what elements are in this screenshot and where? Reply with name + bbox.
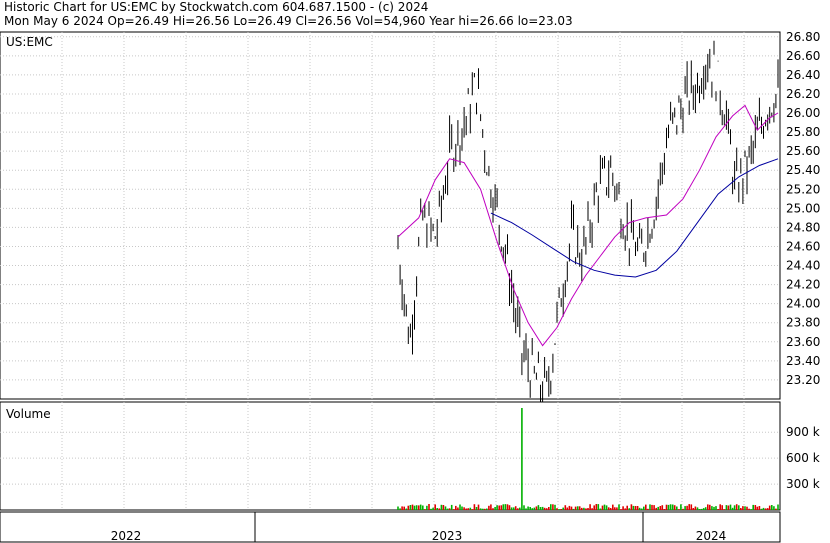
volume-label: Volume — [6, 407, 51, 421]
price-tick-label: 23.80 — [786, 316, 820, 330]
price-tick-label: 25.40 — [786, 163, 820, 177]
price-tick-label: 26.00 — [786, 106, 820, 120]
volume-tick-label: 600 k — [786, 451, 820, 465]
price-tick-label: 26.40 — [786, 68, 820, 82]
price-tick-label: 24.60 — [786, 239, 820, 253]
stock-chart: US:EMC 26.8026.6026.4026.2026.0025.8025.… — [0, 30, 820, 543]
price-tick-label: 26.60 — [786, 49, 820, 63]
year-label: 2022 — [111, 529, 142, 543]
price-tick-label: 24.20 — [786, 278, 820, 292]
year-label: 2024 — [696, 529, 727, 543]
price-tick-label: 23.20 — [786, 373, 820, 387]
price-tick-label: 24.00 — [786, 297, 820, 311]
price-tick-label: 25.80 — [786, 125, 820, 139]
price-tick-label: 25.00 — [786, 201, 820, 215]
price-tick-label: 26.80 — [786, 30, 820, 44]
price-axis: 26.80 26.60 26.40 26.20 26.00 25.80 25.60 25.40… — [786, 30, 820, 387]
year-label: 2023 — [432, 529, 463, 543]
volume-axis: 900 k 600 k 300 k — [786, 425, 820, 491]
price-tick-label: 24.80 — [786, 220, 820, 234]
price-tick-label: 26.20 — [786, 87, 820, 101]
price-tick-label: 24.40 — [786, 259, 820, 273]
price-tick-label: 25.60 — [786, 144, 820, 158]
volume-tick-label: 300 k — [786, 477, 820, 491]
price-tick-label: 23.60 — [786, 335, 820, 349]
volume-tick-label: 900 k — [786, 425, 820, 439]
price-tick-label: 23.40 — [786, 354, 820, 368]
price-tick-label: 25.20 — [786, 182, 820, 196]
volume-panel — [0, 401, 781, 511]
